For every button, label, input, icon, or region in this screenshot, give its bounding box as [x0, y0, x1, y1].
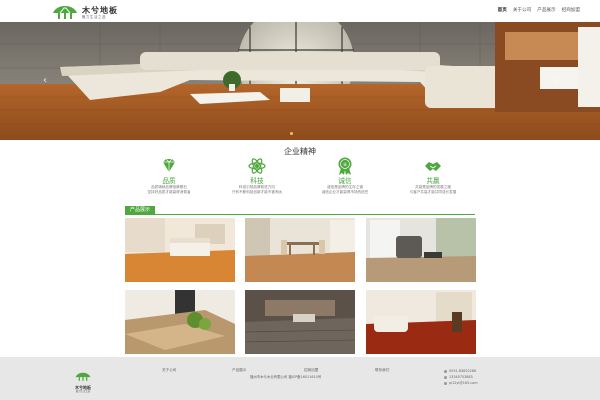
- value-desc: 与客户共赢才能共同成长发展: [409, 190, 457, 194]
- footer-link-franchise[interactable]: 招商加盟: [304, 368, 318, 373]
- site-header: 木兮地板 魅力生活之选 首页 关于公司 产品展示 招商加盟: [0, 0, 600, 22]
- handshake-icon: [425, 162, 441, 171]
- product-image: [125, 290, 235, 354]
- value-winwin: 共赢 共赢是品牌的发展之路 与客户共赢才能共同成长发展: [389, 156, 477, 195]
- product-card[interactable]: [245, 290, 355, 354]
- nav-products[interactable]: 产品展示: [537, 7, 555, 13]
- product-card[interactable]: [125, 290, 235, 354]
- value-integrity: 诚 诚信 诚信是品牌的生存之道 诚信企业才能赢得市场的信任: [301, 156, 389, 195]
- site-footer: 木兮地板 魅力生活之选 关于公司 产品展示 招商加盟 联系我们 福州市木兮木业有…: [0, 357, 600, 400]
- mobile-icon: [444, 375, 447, 379]
- diamond-icon: [163, 158, 175, 172]
- product-grid: [125, 218, 476, 354]
- products-label[interactable]: 产品展示: [125, 206, 156, 215]
- footer-link-contact[interactable]: 联系我们: [375, 368, 389, 373]
- product-card[interactable]: [366, 218, 476, 282]
- medal-icon: 诚: [338, 157, 352, 175]
- product-image: [366, 218, 476, 282]
- email-icon: [444, 381, 447, 385]
- footer-link-about[interactable]: 关于公司: [162, 368, 176, 373]
- footer-email-row: pl12yl@163.com: [444, 380, 478, 386]
- product-card[interactable]: [366, 290, 476, 354]
- value-technology: 科技 科技引领品牌前进方向 只有不断科技创新才能不被淘汰: [213, 156, 301, 195]
- footer-link-products[interactable]: 产品展示: [232, 368, 246, 373]
- product-card[interactable]: [245, 218, 355, 282]
- product-card[interactable]: [125, 218, 235, 282]
- footer-contact: 0591-83652286 13345753885 pl12yl@163.com: [444, 368, 478, 386]
- product-image: [245, 218, 355, 282]
- nav-franchise[interactable]: 招商加盟: [562, 7, 580, 13]
- product-image: [366, 290, 476, 354]
- product-image: [125, 218, 235, 282]
- nav-about[interactable]: 关于公司: [513, 7, 531, 13]
- banner-dot[interactable]: [290, 132, 293, 135]
- products-header: 产品展示: [125, 206, 475, 215]
- footer-logo[interactable]: 木兮地板 魅力生活之选: [70, 366, 96, 393]
- value-title: 诚信: [338, 177, 352, 185]
- value-quality: 品质 品质铸就品牌信赖基石 坚持好品质才能赢得消费者: [125, 156, 213, 195]
- value-desc: 只有不断科技创新才能不被淘汰: [231, 190, 283, 194]
- hero-banner: ‹ ›: [0, 22, 600, 140]
- logo-icon: [53, 6, 77, 19]
- banner-image: [0, 22, 600, 140]
- value-title: 科技: [250, 177, 264, 185]
- atom-icon: [248, 158, 266, 174]
- value-title: 共赢: [426, 177, 440, 185]
- phone-icon: [444, 369, 447, 373]
- value-desc: 坚持好品质才能赢得消费者: [147, 190, 191, 194]
- logo-name: 木兮地板: [82, 5, 118, 15]
- logo-icon: [75, 372, 91, 381]
- product-image: [245, 290, 355, 354]
- value-desc: 诚信企业才能赢得市场的信任: [321, 190, 369, 194]
- footer-company-info: 福州市木兮木业有限公司 福ICP备16011610号: [250, 375, 322, 379]
- logo[interactable]: 木兮地板 魅力生活之选: [52, 4, 132, 20]
- footer-logo-slogan: 魅力生活之选: [75, 390, 91, 393]
- nav-home[interactable]: 首页: [498, 7, 507, 13]
- main-nav: 首页 关于公司 产品展示 招商加盟: [498, 7, 580, 13]
- spirit-values: 品质 品质铸就品牌信赖基石 坚持好品质才能赢得消费者 科技 科技引领品牌前进方向…: [125, 156, 475, 206]
- banner-prev-arrow[interactable]: ‹: [40, 74, 50, 88]
- value-title: 品质: [162, 177, 176, 185]
- banner-pagination: [290, 132, 293, 135]
- footer-email[interactable]: pl12yl@163.com: [449, 380, 478, 386]
- banner-next-arrow[interactable]: ›: [550, 74, 560, 88]
- logo-slogan: 魅力生活之选: [82, 14, 106, 19]
